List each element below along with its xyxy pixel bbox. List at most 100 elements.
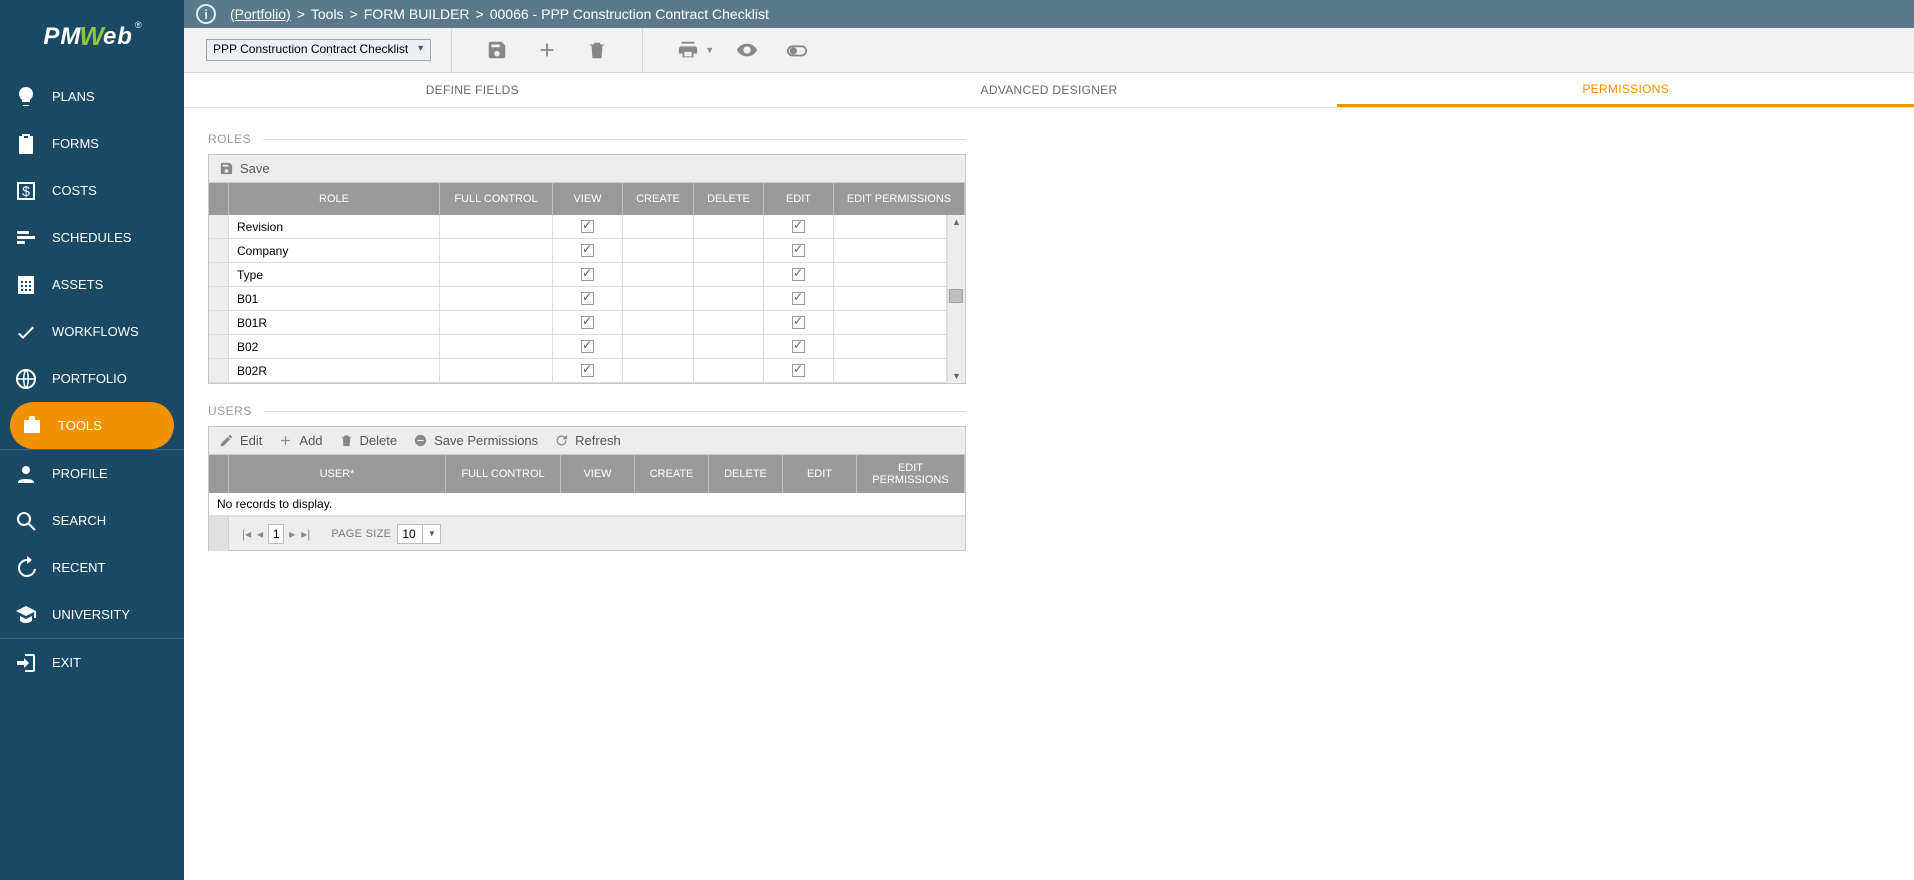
checkbox[interactable] — [792, 292, 805, 305]
sidebar-item-schedules[interactable]: SCHEDULES — [0, 214, 184, 261]
checkbox[interactable] — [792, 364, 805, 377]
col-create: CREATE — [635, 455, 709, 493]
tab-define-fields[interactable]: DEFINE FIELDS — [184, 73, 761, 107]
sidebar-item-tools[interactable]: TOOLS — [10, 402, 174, 449]
users-edit-button[interactable]: Edit — [219, 433, 262, 448]
sidebar-item-workflows[interactable]: WORKFLOWS — [0, 308, 184, 355]
cell-edit — [764, 335, 834, 358]
sidebar-item-label: PROFILE — [52, 466, 108, 481]
info-icon[interactable]: i — [196, 4, 216, 24]
checkbox[interactable] — [792, 316, 805, 329]
delete-icon[interactable] — [584, 37, 610, 63]
cell-full-control — [440, 335, 553, 358]
breadcrumb: (Portfolio) > Tools > FORM BUILDER > 000… — [230, 6, 769, 22]
table-row[interactable]: Company — [209, 239, 947, 263]
cell-edit-permissions — [834, 335, 947, 358]
roles-save-button[interactable]: Save — [219, 161, 270, 176]
col-view: VIEW — [553, 183, 623, 215]
checkbox[interactable] — [581, 244, 594, 257]
sidebar-item-label: RECENT — [52, 560, 105, 575]
sidebar-item-profile[interactable]: PROFILE — [0, 450, 184, 497]
pager-page-input[interactable] — [268, 524, 284, 544]
toolbar: PPP Construction Contract Checklist ▼ — [184, 28, 1914, 73]
roles-grid-body: RevisionCompanyTypeB01B01RB02B02R — [209, 215, 947, 383]
cell-create — [623, 263, 694, 286]
table-row[interactable]: Revision — [209, 215, 947, 239]
users-no-records: No records to display. — [209, 493, 965, 516]
cell-view — [553, 359, 623, 382]
save-icon[interactable] — [484, 37, 510, 63]
preview-icon[interactable] — [734, 37, 760, 63]
tab-advanced-designer[interactable]: ADVANCED DESIGNER — [761, 73, 1338, 107]
print-icon[interactable] — [675, 37, 701, 63]
cell-delete — [694, 263, 764, 286]
roles-scrollbar[interactable]: ▲ ▼ — [947, 215, 965, 383]
checkbox[interactable] — [792, 340, 805, 353]
sidebar-item-recent[interactable]: RECENT — [0, 544, 184, 591]
save-small-icon — [219, 161, 234, 176]
checkbox[interactable] — [792, 220, 805, 233]
tab-permissions[interactable]: PERMISSIONS — [1337, 73, 1914, 107]
pager-first-icon[interactable]: |◂ — [239, 527, 254, 541]
checkbox[interactable] — [581, 340, 594, 353]
users-pager: |◂ ◂ ▸ ▸| PAGE SIZE ▼ — [209, 516, 965, 550]
cell-role: Type — [229, 263, 440, 286]
cell-create — [623, 215, 694, 238]
pager-prev-icon[interactable]: ◂ — [254, 527, 266, 541]
scroll-up-icon[interactable]: ▲ — [952, 215, 961, 229]
sidebar-item-university[interactable]: UNIVERSITY — [0, 591, 184, 638]
table-row[interactable]: B01R — [209, 311, 947, 335]
cell-role: B01R — [229, 311, 440, 334]
tabs: DEFINE FIELDS ADVANCED DESIGNER PERMISSI… — [184, 73, 1914, 108]
users-add-button[interactable]: Add — [278, 433, 322, 448]
cell-edit — [764, 215, 834, 238]
checkbox[interactable] — [792, 244, 805, 257]
roles-grid-header: ROLE FULL CONTROL VIEW CREATE DELETE EDI… — [209, 183, 965, 215]
sidebar-item-costs[interactable]: $ COSTS — [0, 167, 184, 214]
table-row[interactable]: B02 — [209, 335, 947, 359]
sidebar-item-plans[interactable]: PLANS — [0, 73, 184, 120]
cell-edit-permissions — [834, 215, 947, 238]
pager-last-icon[interactable]: ▸| — [298, 527, 313, 541]
checkbox[interactable] — [581, 364, 594, 377]
users-section: USERS Edit Add — [208, 404, 966, 551]
record-select[interactable]: PPP Construction Contract Checklist — [206, 39, 431, 61]
chevron-down-icon[interactable]: ▼ — [422, 525, 440, 543]
exit-icon — [14, 651, 38, 675]
pager-size-select[interactable]: ▼ — [397, 524, 441, 544]
col-role: ROLE — [229, 183, 440, 215]
graduation-icon — [14, 603, 38, 627]
users-save-permissions-button[interactable]: Save Permissions — [413, 433, 538, 448]
cell-role: Company — [229, 239, 440, 262]
col-full-control: FULL CONTROL — [446, 455, 561, 493]
sidebar-item-assets[interactable]: ASSETS — [0, 261, 184, 308]
sidebar: PLANS FORMS $ COSTS SCHEDULES — [0, 28, 184, 880]
sidebar-item-label: PORTFOLIO — [52, 371, 127, 386]
cell-edit-permissions — [834, 311, 947, 334]
checkbox[interactable] — [581, 316, 594, 329]
sidebar-item-portfolio[interactable]: PORTFOLIO — [0, 355, 184, 402]
dollar-icon: $ — [14, 179, 38, 203]
clipboard-icon — [14, 132, 38, 156]
col-view: VIEW — [561, 455, 635, 493]
sidebar-item-forms[interactable]: FORMS — [0, 120, 184, 167]
cell-view — [553, 335, 623, 358]
pager-next-icon[interactable]: ▸ — [286, 527, 298, 541]
table-row[interactable]: Type — [209, 263, 947, 287]
table-row[interactable]: B01 — [209, 287, 947, 311]
checkbox[interactable] — [581, 220, 594, 233]
scroll-down-icon[interactable]: ▼ — [952, 369, 961, 383]
breadcrumb-portfolio[interactable]: (Portfolio) — [230, 6, 291, 22]
table-row[interactable]: B02R — [209, 359, 947, 383]
checkbox[interactable] — [581, 268, 594, 281]
users-refresh-button[interactable]: Refresh — [554, 433, 621, 448]
print-dropdown-icon[interactable]: ▼ — [705, 45, 714, 55]
sidebar-item-exit[interactable]: EXIT — [0, 639, 184, 686]
add-icon[interactable] — [534, 37, 560, 63]
sidebar-item-label: UNIVERSITY — [52, 607, 130, 622]
checkbox[interactable] — [792, 268, 805, 281]
checkbox[interactable] — [581, 292, 594, 305]
toggle-icon[interactable] — [784, 37, 810, 63]
sidebar-item-search[interactable]: SEARCH — [0, 497, 184, 544]
users-delete-button[interactable]: Delete — [339, 433, 398, 448]
